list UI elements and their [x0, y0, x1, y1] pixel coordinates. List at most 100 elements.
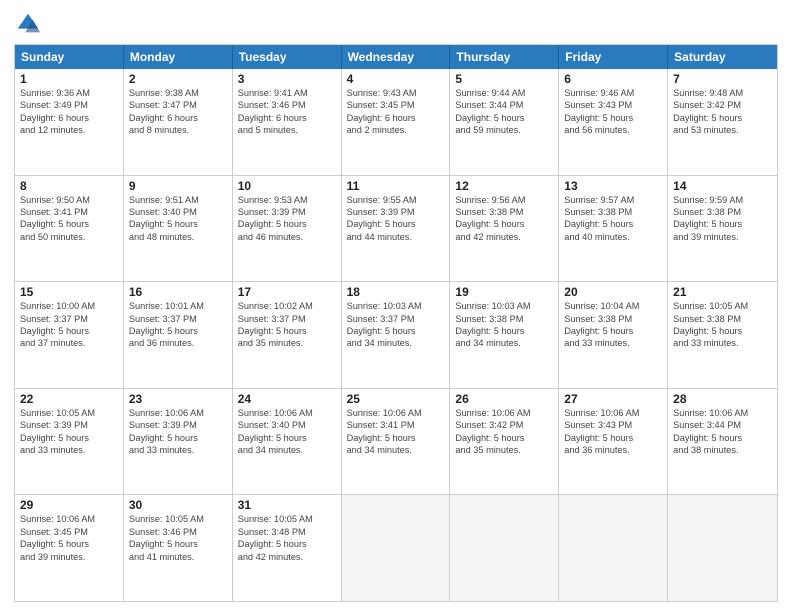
day-info: Sunrise: 9:59 AMSunset: 3:38 PMDaylight:… — [673, 194, 772, 244]
day-number: 27 — [564, 392, 662, 406]
header — [14, 10, 778, 38]
day-number: 28 — [673, 392, 772, 406]
cal-cell: 2Sunrise: 9:38 AMSunset: 3:47 PMDaylight… — [124, 69, 233, 175]
day-info: Sunrise: 9:38 AMSunset: 3:47 PMDaylight:… — [129, 87, 227, 137]
day-number: 17 — [238, 285, 336, 299]
day-info: Sunrise: 10:01 AMSunset: 3:37 PMDaylight… — [129, 300, 227, 350]
cal-cell: 9Sunrise: 9:51 AMSunset: 3:40 PMDaylight… — [124, 176, 233, 282]
cal-cell: 16Sunrise: 10:01 AMSunset: 3:37 PMDaylig… — [124, 282, 233, 388]
cal-header-saturday: Saturday — [668, 45, 777, 69]
cal-cell: 7Sunrise: 9:48 AMSunset: 3:42 PMDaylight… — [668, 69, 777, 175]
day-number: 26 — [455, 392, 553, 406]
day-number: 11 — [347, 179, 445, 193]
cal-header-monday: Monday — [124, 45, 233, 69]
day-number: 24 — [238, 392, 336, 406]
cal-cell — [342, 495, 451, 601]
day-number: 5 — [455, 72, 553, 86]
day-info: Sunrise: 10:02 AMSunset: 3:37 PMDaylight… — [238, 300, 336, 350]
day-number: 9 — [129, 179, 227, 193]
cal-cell: 12Sunrise: 9:56 AMSunset: 3:38 PMDayligh… — [450, 176, 559, 282]
day-info: Sunrise: 10:05 AMSunset: 3:48 PMDaylight… — [238, 513, 336, 563]
page: SundayMondayTuesdayWednesdayThursdayFrid… — [0, 0, 792, 612]
cal-cell: 28Sunrise: 10:06 AMSunset: 3:44 PMDaylig… — [668, 389, 777, 495]
cal-week-1: 1Sunrise: 9:36 AMSunset: 3:49 PMDaylight… — [15, 69, 777, 175]
day-number: 20 — [564, 285, 662, 299]
cal-cell: 30Sunrise: 10:05 AMSunset: 3:46 PMDaylig… — [124, 495, 233, 601]
day-info: Sunrise: 9:36 AMSunset: 3:49 PMDaylight:… — [20, 87, 118, 137]
day-info: Sunrise: 10:06 AMSunset: 3:40 PMDaylight… — [238, 407, 336, 457]
cal-week-4: 22Sunrise: 10:05 AMSunset: 3:39 PMDaylig… — [15, 388, 777, 495]
day-number: 19 — [455, 285, 553, 299]
cal-cell: 29Sunrise: 10:06 AMSunset: 3:45 PMDaylig… — [15, 495, 124, 601]
day-info: Sunrise: 9:57 AMSunset: 3:38 PMDaylight:… — [564, 194, 662, 244]
day-info: Sunrise: 10:06 AMSunset: 3:41 PMDaylight… — [347, 407, 445, 457]
day-info: Sunrise: 10:04 AMSunset: 3:38 PMDaylight… — [564, 300, 662, 350]
day-number: 13 — [564, 179, 662, 193]
day-info: Sunrise: 9:56 AMSunset: 3:38 PMDaylight:… — [455, 194, 553, 244]
cal-cell: 14Sunrise: 9:59 AMSunset: 3:38 PMDayligh… — [668, 176, 777, 282]
day-number: 6 — [564, 72, 662, 86]
day-number: 25 — [347, 392, 445, 406]
day-info: Sunrise: 10:03 AMSunset: 3:38 PMDaylight… — [455, 300, 553, 350]
cal-cell: 15Sunrise: 10:00 AMSunset: 3:37 PMDaylig… — [15, 282, 124, 388]
cal-cell: 18Sunrise: 10:03 AMSunset: 3:37 PMDaylig… — [342, 282, 451, 388]
day-info: Sunrise: 9:53 AMSunset: 3:39 PMDaylight:… — [238, 194, 336, 244]
day-number: 29 — [20, 498, 118, 512]
day-number: 4 — [347, 72, 445, 86]
day-number: 15 — [20, 285, 118, 299]
cal-cell: 26Sunrise: 10:06 AMSunset: 3:42 PMDaylig… — [450, 389, 559, 495]
day-info: Sunrise: 9:50 AMSunset: 3:41 PMDaylight:… — [20, 194, 118, 244]
day-number: 10 — [238, 179, 336, 193]
day-info: Sunrise: 10:05 AMSunset: 3:39 PMDaylight… — [20, 407, 118, 457]
cal-cell: 31Sunrise: 10:05 AMSunset: 3:48 PMDaylig… — [233, 495, 342, 601]
day-info: Sunrise: 10:03 AMSunset: 3:37 PMDaylight… — [347, 300, 445, 350]
cal-header-friday: Friday — [559, 45, 668, 69]
day-number: 3 — [238, 72, 336, 86]
cal-week-5: 29Sunrise: 10:06 AMSunset: 3:45 PMDaylig… — [15, 494, 777, 601]
day-number: 8 — [20, 179, 118, 193]
cal-cell: 21Sunrise: 10:05 AMSunset: 3:38 PMDaylig… — [668, 282, 777, 388]
day-info: Sunrise: 10:06 AMSunset: 3:45 PMDaylight… — [20, 513, 118, 563]
calendar-header-row: SundayMondayTuesdayWednesdayThursdayFrid… — [15, 45, 777, 69]
day-info: Sunrise: 9:46 AMSunset: 3:43 PMDaylight:… — [564, 87, 662, 137]
day-info: Sunrise: 9:55 AMSunset: 3:39 PMDaylight:… — [347, 194, 445, 244]
day-info: Sunrise: 9:51 AMSunset: 3:40 PMDaylight:… — [129, 194, 227, 244]
cal-cell — [668, 495, 777, 601]
calendar-body: 1Sunrise: 9:36 AMSunset: 3:49 PMDaylight… — [15, 69, 777, 601]
cal-cell: 10Sunrise: 9:53 AMSunset: 3:39 PMDayligh… — [233, 176, 342, 282]
calendar: SundayMondayTuesdayWednesdayThursdayFrid… — [14, 44, 778, 602]
day-number: 21 — [673, 285, 772, 299]
logo-icon — [14, 10, 42, 38]
cal-cell: 1Sunrise: 9:36 AMSunset: 3:49 PMDaylight… — [15, 69, 124, 175]
cal-cell: 5Sunrise: 9:44 AMSunset: 3:44 PMDaylight… — [450, 69, 559, 175]
cal-week-3: 15Sunrise: 10:00 AMSunset: 3:37 PMDaylig… — [15, 281, 777, 388]
day-number: 18 — [347, 285, 445, 299]
day-number: 23 — [129, 392, 227, 406]
day-info: Sunrise: 10:00 AMSunset: 3:37 PMDaylight… — [20, 300, 118, 350]
cal-cell: 24Sunrise: 10:06 AMSunset: 3:40 PMDaylig… — [233, 389, 342, 495]
cal-cell: 23Sunrise: 10:06 AMSunset: 3:39 PMDaylig… — [124, 389, 233, 495]
cal-header-thursday: Thursday — [450, 45, 559, 69]
cal-cell: 6Sunrise: 9:46 AMSunset: 3:43 PMDaylight… — [559, 69, 668, 175]
cal-cell: 4Sunrise: 9:43 AMSunset: 3:45 PMDaylight… — [342, 69, 451, 175]
day-info: Sunrise: 10:05 AMSunset: 3:38 PMDaylight… — [673, 300, 772, 350]
cal-header-tuesday: Tuesday — [233, 45, 342, 69]
cal-cell: 3Sunrise: 9:41 AMSunset: 3:46 PMDaylight… — [233, 69, 342, 175]
day-info: Sunrise: 9:41 AMSunset: 3:46 PMDaylight:… — [238, 87, 336, 137]
logo — [14, 10, 46, 38]
cal-cell — [450, 495, 559, 601]
cal-cell: 20Sunrise: 10:04 AMSunset: 3:38 PMDaylig… — [559, 282, 668, 388]
cal-cell: 11Sunrise: 9:55 AMSunset: 3:39 PMDayligh… — [342, 176, 451, 282]
cal-cell: 25Sunrise: 10:06 AMSunset: 3:41 PMDaylig… — [342, 389, 451, 495]
day-number: 7 — [673, 72, 772, 86]
cal-cell — [559, 495, 668, 601]
day-number: 1 — [20, 72, 118, 86]
cal-header-sunday: Sunday — [15, 45, 124, 69]
cal-cell: 27Sunrise: 10:06 AMSunset: 3:43 PMDaylig… — [559, 389, 668, 495]
cal-cell: 17Sunrise: 10:02 AMSunset: 3:37 PMDaylig… — [233, 282, 342, 388]
cal-header-wednesday: Wednesday — [342, 45, 451, 69]
day-info: Sunrise: 10:05 AMSunset: 3:46 PMDaylight… — [129, 513, 227, 563]
day-number: 12 — [455, 179, 553, 193]
day-number: 16 — [129, 285, 227, 299]
day-info: Sunrise: 10:06 AMSunset: 3:42 PMDaylight… — [455, 407, 553, 457]
